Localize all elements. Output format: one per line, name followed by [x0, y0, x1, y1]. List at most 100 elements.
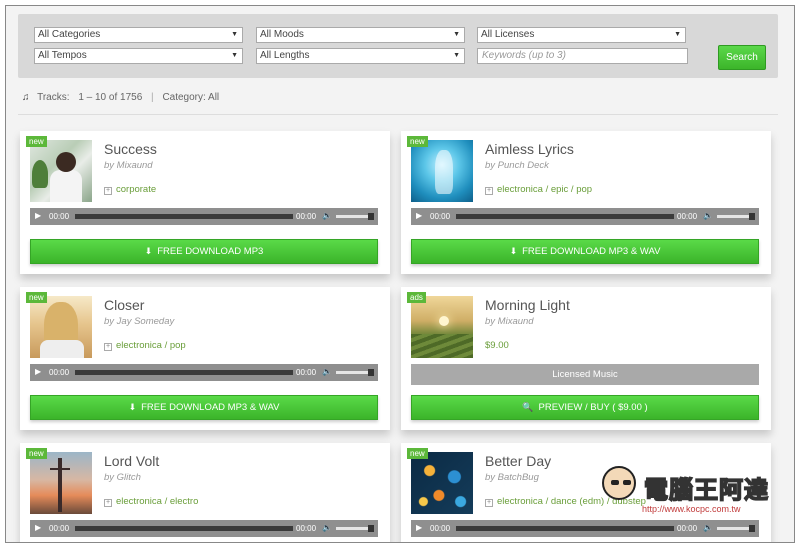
- track-artist[interactable]: by Glitch: [104, 472, 141, 483]
- free-download-button[interactable]: ⬇ FREE DOWNLOAD MP3 & WAV: [30, 395, 378, 420]
- track-artist[interactable]: by BatchBug: [485, 472, 539, 483]
- volume-icon[interactable]: 🔈: [703, 211, 713, 220]
- new-badge: new: [407, 136, 428, 147]
- music-note-icon: ♫: [22, 92, 30, 103]
- volume-slider[interactable]: [336, 525, 374, 532]
- moods-select-value: All Moods: [260, 29, 304, 40]
- keywords-placeholder: Keywords (up to 3): [482, 50, 566, 61]
- audio-player: ▶ 00:00 00:00 🔈: [411, 208, 759, 225]
- progress-bar[interactable]: [75, 526, 293, 531]
- audio-player: ▶ 00:00 00:00 🔈: [30, 520, 378, 537]
- audio-player: ▶ 00:00 00:00 🔈: [30, 364, 378, 381]
- track-artist[interactable]: by Mixaund: [485, 316, 534, 327]
- track-tags: + electronica / epic / pop: [485, 184, 592, 195]
- play-icon[interactable]: ▶: [416, 211, 422, 220]
- current-time: 00:00: [430, 212, 451, 221]
- volume-icon[interactable]: 🔈: [322, 523, 332, 532]
- track-title[interactable]: Morning Light: [485, 297, 570, 313]
- page-frame: All Categories ▼ All Moods ▼ All Licenses ▼…: [5, 5, 795, 543]
- plus-box-icon[interactable]: +: [104, 499, 112, 507]
- track-tags-label[interactable]: electronica / pop: [116, 340, 186, 351]
- free-download-button[interactable]: ⬇ FREE DOWNLOAD MP3 & WAV: [411, 239, 759, 264]
- play-icon[interactable]: ▶: [416, 523, 422, 532]
- current-time: 00:00: [49, 368, 70, 377]
- track-card: new Aimless Lyrics by Punch Deck + electr…: [401, 131, 771, 274]
- track-thumbnail[interactable]: [30, 452, 92, 514]
- divider: [18, 114, 778, 115]
- categories-select-value: All Categories: [38, 29, 101, 40]
- volume-slider[interactable]: [717, 213, 755, 220]
- tracks-label: Tracks:: [37, 92, 70, 103]
- free-download-button[interactable]: ⬇ FREE DOWNLOAD MP3: [30, 239, 378, 264]
- new-badge: new: [26, 448, 47, 459]
- track-card: ads Morning Light by Mixaund $9.00 Licen…: [401, 287, 771, 430]
- track-thumbnail[interactable]: [411, 140, 473, 202]
- lengths-select[interactable]: All Lengths ▼: [256, 48, 465, 64]
- keywords-input[interactable]: Keywords (up to 3): [477, 48, 688, 64]
- duration: 00:00: [296, 212, 317, 221]
- track-thumbnail[interactable]: [30, 140, 92, 202]
- duration: 00:00: [677, 212, 698, 221]
- plus-box-icon[interactable]: +: [104, 343, 112, 351]
- moods-select[interactable]: All Moods ▼: [256, 27, 465, 43]
- volume-icon[interactable]: 🔈: [322, 211, 332, 220]
- play-icon[interactable]: ▶: [35, 211, 41, 220]
- track-tags-label[interactable]: electronica / epic / pop: [497, 184, 592, 195]
- current-time: 00:00: [49, 524, 70, 533]
- download-label: FREE DOWNLOAD MP3: [157, 246, 264, 257]
- categories-select[interactable]: All Categories ▼: [34, 27, 243, 43]
- track-price: $9.00: [485, 340, 509, 351]
- play-icon[interactable]: ▶: [35, 523, 41, 532]
- tracks-category: Category: All: [162, 92, 220, 103]
- current-time: 00:00: [49, 212, 70, 221]
- track-artist[interactable]: by Punch Deck: [485, 160, 549, 171]
- new-badge: new: [26, 136, 47, 147]
- track-title[interactable]: Closer: [104, 297, 144, 313]
- licenses-select[interactable]: All Licenses ▼: [477, 27, 686, 43]
- volume-icon[interactable]: 🔈: [322, 367, 332, 376]
- download-icon: ⬇: [128, 402, 137, 412]
- audio-player: ▶ 00:00 00:00 🔈: [30, 208, 378, 225]
- current-time: 00:00: [430, 524, 451, 533]
- tempos-select-value: All Tempos: [38, 50, 87, 61]
- tracks-range: 1 – 10 of 1756: [78, 92, 143, 103]
- tempos-select[interactable]: All Tempos ▼: [34, 48, 243, 64]
- mascot-logo-icon: [602, 466, 636, 500]
- plus-box-icon[interactable]: +: [104, 187, 112, 195]
- track-thumbnail[interactable]: [411, 296, 473, 358]
- progress-bar[interactable]: [456, 526, 674, 531]
- track-artist[interactable]: by Jay Someday: [104, 316, 174, 327]
- preview-buy-label: PREVIEW / BUY ( $9.00 ): [538, 402, 648, 413]
- track-thumbnail[interactable]: [411, 452, 473, 514]
- track-artist[interactable]: by Mixaund: [104, 160, 153, 171]
- track-title[interactable]: Better Day: [485, 453, 551, 469]
- volume-icon[interactable]: 🔈: [703, 523, 713, 532]
- track-title[interactable]: Success: [104, 141, 157, 157]
- track-title[interactable]: Lord Volt: [104, 453, 159, 469]
- track-tags-label[interactable]: corporate: [116, 184, 156, 195]
- volume-slider[interactable]: [336, 213, 374, 220]
- preview-buy-button[interactable]: 🔍 PREVIEW / BUY ( $9.00 ): [411, 395, 759, 420]
- search-button[interactable]: Search: [718, 45, 766, 70]
- download-icon: ⬇: [144, 246, 153, 256]
- track-tags-label[interactable]: electronica / electro: [116, 496, 198, 507]
- tracks-separator: |: [151, 92, 154, 103]
- track-tags: + electronica / pop: [104, 340, 186, 351]
- volume-slider[interactable]: [336, 369, 374, 376]
- volume-slider[interactable]: [717, 525, 755, 532]
- progress-bar[interactable]: [75, 370, 293, 375]
- track-title[interactable]: Aimless Lyrics: [485, 141, 574, 157]
- chevron-down-icon: ▼: [231, 52, 238, 59]
- progress-bar[interactable]: [75, 214, 293, 219]
- filter-bar: All Categories ▼ All Moods ▼ All Licenses ▼…: [18, 14, 778, 78]
- plus-box-icon[interactable]: +: [485, 187, 493, 195]
- play-icon[interactable]: ▶: [35, 367, 41, 376]
- lengths-select-value: All Lengths: [260, 50, 310, 61]
- new-badge: new: [407, 448, 428, 459]
- download-label: FREE DOWNLOAD MP3 & WAV: [522, 246, 661, 257]
- chevron-down-icon: ▼: [674, 31, 681, 38]
- track-thumbnail[interactable]: [30, 296, 92, 358]
- track-card: new Success by Mixaund + corporate ▶ 00:0…: [20, 131, 390, 274]
- plus-box-icon[interactable]: +: [485, 499, 493, 507]
- progress-bar[interactable]: [456, 214, 674, 219]
